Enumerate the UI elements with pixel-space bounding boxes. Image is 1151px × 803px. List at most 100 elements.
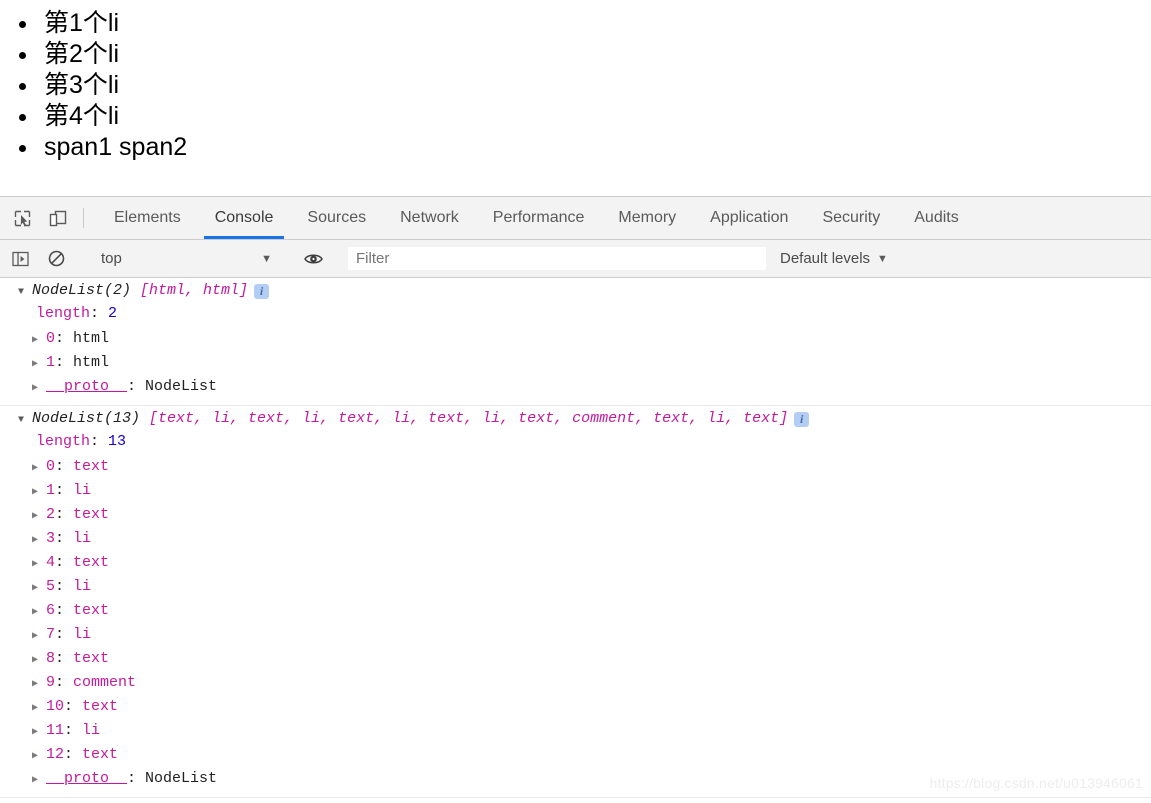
console-property-row[interactable]: 1: html (0, 353, 1151, 377)
property-value: comment (73, 674, 137, 691)
list-item: 第3个li (40, 70, 1151, 101)
object-preview: [text, li, text, li, text, li, text, li,… (140, 410, 789, 427)
expand-triangle-icon[interactable] (32, 697, 46, 721)
property-separator: : (64, 746, 83, 763)
filter-input[interactable] (348, 247, 766, 270)
console-property-row[interactable]: 6: text (0, 601, 1151, 625)
property-value: html (73, 330, 110, 347)
console-property-row[interactable]: 10: text (0, 697, 1151, 721)
clear-console-icon[interactable] (40, 245, 72, 273)
console-message: NodeList(2) [html, html]ilength: 2 0: htm… (0, 278, 1151, 406)
console-sidebar-icon[interactable] (4, 245, 36, 273)
console-property-row[interactable]: __proto__: NodeList (0, 769, 1151, 793)
tab-application[interactable]: Application (693, 197, 805, 239)
expand-triangle-icon[interactable] (32, 481, 46, 505)
expand-triangle-icon[interactable] (32, 529, 46, 553)
expand-triangle-icon[interactable] (32, 601, 46, 625)
console-message: NodeList(13) [text, li, text, li, text, … (0, 406, 1151, 798)
object-type-name: NodeList(2) (32, 282, 132, 299)
console-property-row[interactable]: __proto__: NodeList (0, 377, 1151, 401)
tab-performance[interactable]: Performance (476, 197, 602, 239)
property-value: text (73, 506, 110, 523)
property-key: 1 (46, 354, 56, 371)
expand-triangle-icon[interactable] (32, 329, 46, 353)
property-value: li (73, 578, 92, 595)
live-expression-eye-icon[interactable] (297, 245, 329, 273)
execution-context-selector[interactable]: top ▼ (93, 247, 278, 271)
expand-triangle-icon[interactable] (32, 505, 46, 529)
object-type-name: NodeList(13) (32, 410, 141, 427)
property-separator: : (90, 433, 109, 450)
tab-memory[interactable]: Memory (601, 197, 693, 239)
property-key: 8 (46, 650, 56, 667)
expand-triangle-icon[interactable] (32, 673, 46, 697)
device-toolbar-icon[interactable] (40, 197, 76, 239)
property-separator: : (55, 602, 74, 619)
expand-triangle-icon[interactable] (32, 457, 46, 481)
property-value: html (73, 354, 110, 371)
property-key: 9 (46, 674, 56, 691)
inspect-element-icon[interactable] (4, 197, 40, 239)
devtools-tabstrip: Elements Console Sources Network Performance… (0, 197, 1151, 240)
expand-triangle-icon[interactable] (18, 409, 32, 433)
console-property-row[interactable]: 0: html (0, 329, 1151, 353)
property-separator: : (64, 698, 83, 715)
expand-triangle-icon[interactable] (32, 721, 46, 745)
console-message-list[interactable]: NodeList(2) [html, html]ilength: 20: htm… (0, 278, 1151, 803)
tab-security[interactable]: Security (805, 197, 897, 239)
console-property-row[interactable]: 0: text (0, 457, 1151, 481)
info-badge-icon[interactable]: i (254, 284, 270, 299)
property-key: 12 (46, 746, 65, 763)
list-item: span1 span2 (40, 132, 1151, 163)
property-key: 4 (46, 554, 56, 571)
console-property-row[interactable]: 11: li (0, 721, 1151, 745)
property-separator: : (90, 305, 109, 322)
property-key: length (36, 433, 91, 450)
property-key: 11 (46, 722, 65, 739)
expand-triangle-icon[interactable] (32, 377, 46, 401)
property-value: NodeList (145, 770, 218, 787)
property-separator: : (127, 770, 146, 787)
console-object-header[interactable]: NodeList(2) [html, html] i (0, 281, 1151, 305)
property-key: length (36, 305, 91, 322)
console-property-row[interactable]: 5: li (0, 577, 1151, 601)
expand-triangle-icon[interactable] (32, 745, 46, 769)
property-key: 0 (46, 458, 56, 475)
property-value: text (82, 746, 119, 763)
property-key: 6 (46, 602, 56, 619)
tab-console[interactable]: Console (198, 197, 291, 239)
log-levels-label: Default levels (780, 250, 871, 267)
property-key: 2 (46, 506, 56, 523)
property-key: __proto__ (46, 770, 128, 787)
expand-triangle-icon[interactable] (32, 769, 46, 793)
tab-sources[interactable]: Sources (290, 197, 383, 239)
log-levels-dropdown[interactable]: Default levels ▼ (780, 250, 888, 267)
expand-triangle-icon[interactable] (18, 281, 32, 305)
tab-network[interactable]: Network (383, 197, 476, 239)
console-object-header[interactable]: NodeList(13) [text, li, text, li, text, … (0, 409, 1151, 433)
property-value: li (73, 530, 92, 547)
expand-triangle-icon[interactable] (32, 625, 46, 649)
info-badge-icon[interactable]: i (794, 412, 810, 427)
console-property-row[interactable]: 1: li (0, 481, 1151, 505)
console-property-row[interactable]: 3: li (0, 529, 1151, 553)
property-value: text (73, 650, 110, 667)
toolbar-divider (83, 208, 84, 228)
tab-audits[interactable]: Audits (897, 197, 975, 239)
property-value: NodeList (145, 378, 218, 395)
property-key: 3 (46, 530, 56, 547)
property-separator: : (55, 506, 74, 523)
console-property-row[interactable]: 4: text (0, 553, 1151, 577)
console-property-row[interactable]: 2: text (0, 505, 1151, 529)
expand-triangle-icon[interactable] (32, 577, 46, 601)
console-property-row[interactable]: 8: text (0, 649, 1151, 673)
property-value: 2 (108, 305, 118, 322)
expand-triangle-icon[interactable] (32, 553, 46, 577)
property-value: li (73, 626, 92, 643)
expand-triangle-icon[interactable] (32, 649, 46, 673)
tab-elements[interactable]: Elements (97, 197, 198, 239)
console-property-row[interactable]: 7: li (0, 625, 1151, 649)
console-property-row[interactable]: 12: text (0, 745, 1151, 769)
expand-triangle-icon[interactable] (32, 353, 46, 377)
console-property-row[interactable]: 9: comment (0, 673, 1151, 697)
